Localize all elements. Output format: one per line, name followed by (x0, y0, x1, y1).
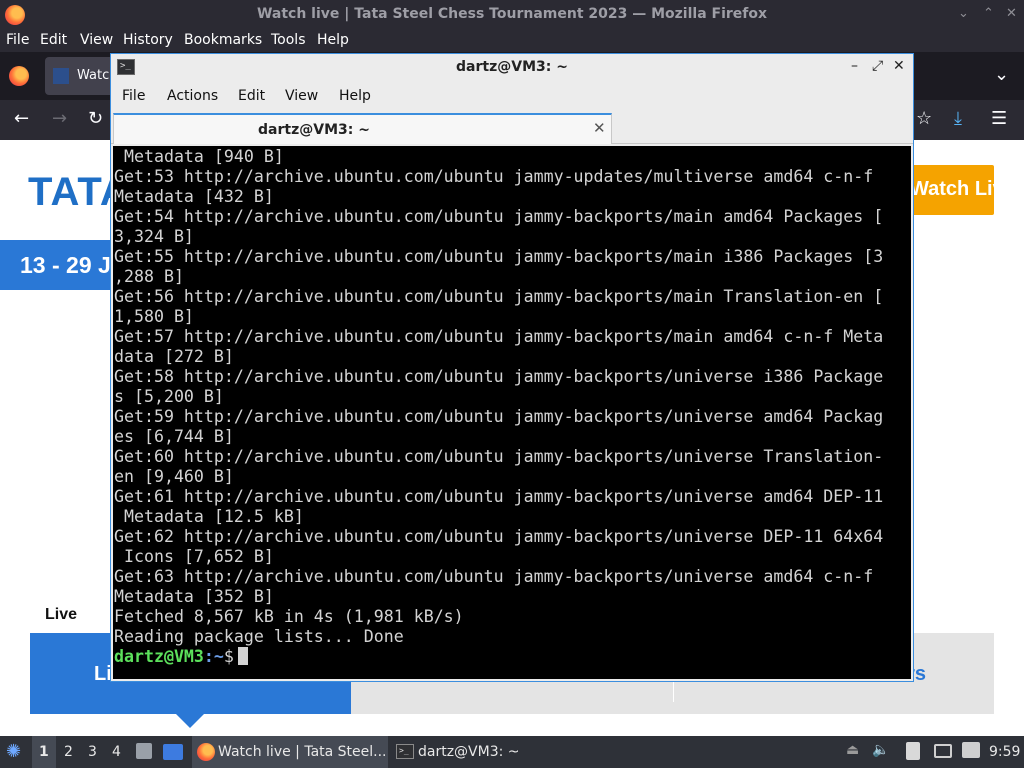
taskbar-terminal-label: dartz@VM3: ~ (418, 744, 520, 760)
terminal-tab[interactable]: dartz@VM3: ~ ✕ (113, 113, 612, 144)
eject-icon[interactable]: ⏏ (846, 742, 859, 758)
firefox-icon (197, 743, 215, 761)
terminal-line: 1,580 B] (114, 307, 194, 326)
ff-menu-history[interactable]: History (123, 32, 173, 48)
prompt-symbol: $ (223, 647, 234, 666)
terminal-line: Get:56 http://archive.ubuntu.com/ubuntu … (114, 287, 884, 306)
terminal-line: en [9,460 B] (114, 467, 234, 486)
terminal-line: Icons [7,652 B] (114, 547, 274, 566)
terminal-line: es [6,744 B] (114, 427, 234, 446)
list-all-tabs-chevron-icon[interactable]: ⌄ (994, 64, 1009, 85)
tata-steel-favicon (53, 68, 69, 84)
workspace-2[interactable]: 2 (64, 744, 73, 760)
terminal-line: ,288 B] (114, 267, 184, 286)
back-arrow-icon[interactable]: ← (14, 108, 29, 130)
terminal-line: Metadata [940 B] (114, 147, 284, 166)
terminal-window-title: dartz@VM3: ~ (456, 59, 568, 75)
taskbar-firefox-label: Watch live | Tata Steel... (218, 744, 387, 760)
file-manager-icon[interactable] (136, 743, 152, 759)
firefox-maximize-button[interactable]: ⌃ (983, 6, 994, 21)
firefox-close-button[interactable]: ✕ (1006, 6, 1017, 21)
live-section-label: Live (45, 606, 78, 623)
notifications-icon[interactable] (962, 742, 980, 758)
bookmark-star-icon[interactable]: ☆ (916, 108, 932, 130)
terminal-menubar: File Actions Edit View Help (111, 81, 913, 111)
terminal-output-area[interactable]: Metadata [940 B] Get:53 http://archive.ub… (113, 146, 911, 679)
terminal-line: Get:63 http://archive.ubuntu.com/ubuntu … (114, 567, 874, 586)
terminal-line: data [272 B] (114, 347, 234, 366)
terminal-line: Get:57 http://archive.ubuntu.com/ubuntu … (114, 327, 884, 346)
terminal-line: Get:58 http://archive.ubuntu.com/ubuntu … (114, 367, 884, 386)
terminal-prompt[interactable]: dartz@VM3:~$ (114, 647, 883, 667)
close-tab-icon[interactable]: ✕ (593, 119, 606, 137)
ff-menu-tools[interactable]: Tools (271, 32, 306, 48)
workspace-3[interactable]: 3 (88, 744, 97, 760)
terminal-line: Reading package lists... Done (114, 627, 404, 646)
network-icon[interactable] (934, 744, 952, 758)
active-tab-arrow (176, 714, 204, 728)
clipboard-icon[interactable] (906, 742, 920, 760)
ff-menu-view[interactable]: View (80, 32, 113, 48)
volume-icon[interactable]: 🔈 (872, 742, 889, 758)
term-menu-view[interactable]: View (285, 88, 318, 104)
app-menu-icon[interactable]: ✺ (6, 741, 21, 762)
terminal-tab-label: dartz@VM3: ~ (258, 122, 370, 138)
taskbar-window-firefox[interactable]: Watch live | Tata Steel... (192, 736, 388, 768)
firefox-menubar: File Edit View History Bookmarks Tools H… (0, 30, 1024, 52)
forward-arrow-icon[interactable]: → (52, 108, 67, 130)
terminal-line: 3,324 B] (114, 227, 194, 246)
terminal-titlebar[interactable]: >_ dartz@VM3: ~ – ⤢ ✕ (111, 54, 913, 81)
terminal-line: Get:62 http://archive.ubuntu.com/ubuntu … (114, 527, 884, 546)
terminal-line: Get:55 http://archive.ubuntu.com/ubuntu … (114, 247, 884, 266)
terminal-line: Get:59 http://archive.ubuntu.com/ubuntu … (114, 407, 884, 426)
taskbar: ✺ 1 2 3 4 Watch live | Tata Steel... >_ … (0, 736, 1024, 768)
ff-menu-edit[interactable]: Edit (40, 32, 67, 48)
terminal-icon: >_ (396, 744, 414, 759)
clock[interactable]: 9:59 (989, 744, 1020, 760)
term-menu-edit[interactable]: Edit (238, 88, 265, 104)
hamburger-menu-icon[interactable]: ☰ (991, 108, 1007, 130)
terminal-line: Get:61 http://archive.ubuntu.com/ubuntu … (114, 487, 884, 506)
terminal-line: Metadata [352 B] (114, 587, 274, 606)
term-menu-file[interactable]: File (122, 88, 145, 104)
download-icon[interactable]: ⤓ (954, 108, 962, 130)
terminal-line: Get:53 http://archive.ubuntu.com/ubuntu … (114, 167, 874, 186)
terminal-line: Metadata [432 B] (114, 187, 274, 206)
terminal-line: Get:60 http://archive.ubuntu.com/ubuntu … (114, 447, 884, 466)
firefox-titlebar: Watch live | Tata Steel Chess Tournament… (0, 0, 1024, 30)
ff-menu-bookmarks[interactable]: Bookmarks (184, 32, 262, 48)
ff-menu-help[interactable]: Help (317, 32, 349, 48)
taskbar-window-terminal[interactable]: >_ dartz@VM3: ~ (390, 736, 520, 768)
firefox-tab-watch-live[interactable]: Watch live | Tata Steel Chess Tournament… (45, 57, 115, 95)
firefox-minimize-button[interactable]: ⌄ (958, 6, 969, 21)
terminal-window[interactable]: >_ dartz@VM3: ~ – ⤢ ✕ File Actions Edit … (110, 53, 914, 682)
terminal-line: s [5,200 B] (114, 387, 224, 406)
term-menu-actions[interactable]: Actions (167, 88, 218, 104)
terminal-line: Metadata [12.5 kB] (114, 507, 304, 526)
terminal-maximize-button[interactable]: ⤢ (872, 58, 883, 74)
workspace-1[interactable]: 1 (39, 744, 49, 760)
ff-menu-file[interactable]: File (6, 32, 29, 48)
terminal-minimize-button[interactable]: – (851, 58, 858, 74)
term-menu-help[interactable]: Help (339, 88, 371, 104)
firefox-view-icon[interactable] (9, 66, 29, 86)
terminal-line: Get:54 http://archive.ubuntu.com/ubuntu … (114, 207, 884, 226)
terminal-close-button[interactable]: ✕ (893, 58, 905, 74)
terminal-line: Fetched 8,567 kB in 4s (1,981 kB/s) (114, 607, 464, 626)
prompt-user: dartz@VM3 (114, 647, 204, 666)
prompt-path: :~ (203, 647, 224, 666)
firefox-window-title: Watch live | Tata Steel Chess Tournament… (256, 6, 768, 22)
workspace-4[interactable]: 4 (112, 744, 121, 760)
reload-icon[interactable]: ↻ (88, 108, 103, 130)
terminal-cursor (237, 647, 248, 665)
show-desktop-icon[interactable] (163, 744, 183, 760)
terminal-tabbar: dartz@VM3: ~ ✕ (111, 111, 913, 144)
terminal-output: Metadata [940 B] Get:53 http://archive.ub… (114, 147, 883, 667)
